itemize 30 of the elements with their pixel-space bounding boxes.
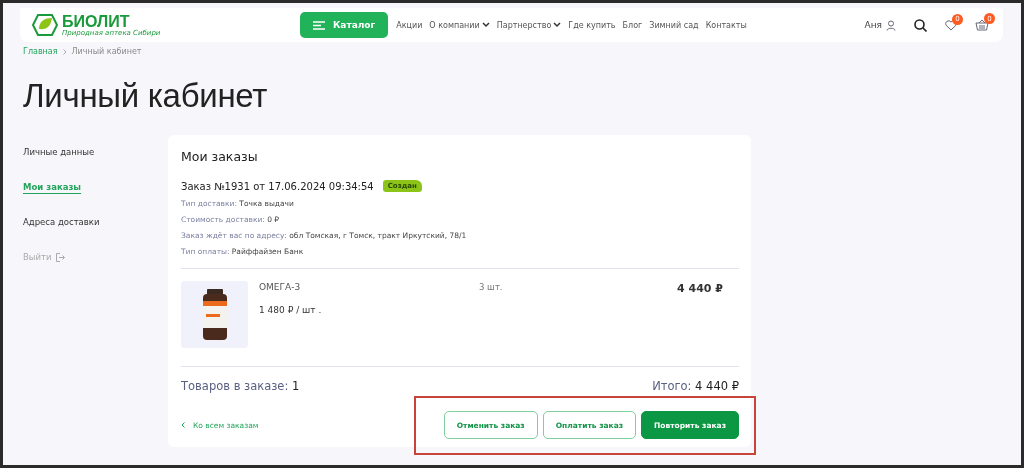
card-title: Мои заказы	[181, 149, 259, 164]
search-icon[interactable]	[914, 18, 927, 32]
chevron-right-icon	[62, 48, 67, 55]
leaf-logo-icon	[32, 14, 58, 36]
order-total: Итого: 4 440 ₽	[652, 379, 739, 393]
item-count: Товаров в заказе: 1	[181, 379, 300, 393]
sidebar-item[interactable]: Адреса доставки	[23, 217, 100, 227]
chevron-left-icon	[181, 422, 185, 428]
heart-icon[interactable]	[945, 19, 957, 31]
breadcrumb-link[interactable]: Личный кабинет	[71, 47, 142, 56]
order-heading: Заказ №1931 от 17.06.2024 09:34:54	[181, 180, 374, 192]
quantity: 3 шт.	[479, 281, 504, 292]
item-total: 4 440 ₽	[676, 281, 724, 295]
product-name[interactable]: ОМЕГА-3	[259, 282, 479, 292]
logout-icon	[55, 252, 65, 262]
nav-link[interactable]: Зимний сад	[649, 20, 699, 30]
nav-link[interactable]: Акции	[396, 20, 423, 30]
user-icon	[886, 19, 896, 31]
basket-icon[interactable]	[975, 19, 989, 31]
logo-name[interactable]: БИОЛИТ	[62, 14, 161, 30]
nav-link[interactable]: О компании	[429, 20, 490, 30]
user-link[interactable]: Аня	[864, 19, 896, 31]
sidebar-item[interactable]: Личные данные	[23, 147, 95, 157]
page-title: Личный кабинет	[23, 77, 269, 115]
nav-link[interactable]: Партнерство	[496, 20, 562, 30]
nav-link[interactable]: Где купить	[568, 20, 616, 30]
unit-price: 1 480 ₽ / шт .	[259, 305, 323, 315]
nav-link[interactable]: Блог	[622, 20, 643, 30]
nav-link[interactable]: Контакты	[705, 20, 747, 30]
menu-icon	[313, 20, 325, 30]
